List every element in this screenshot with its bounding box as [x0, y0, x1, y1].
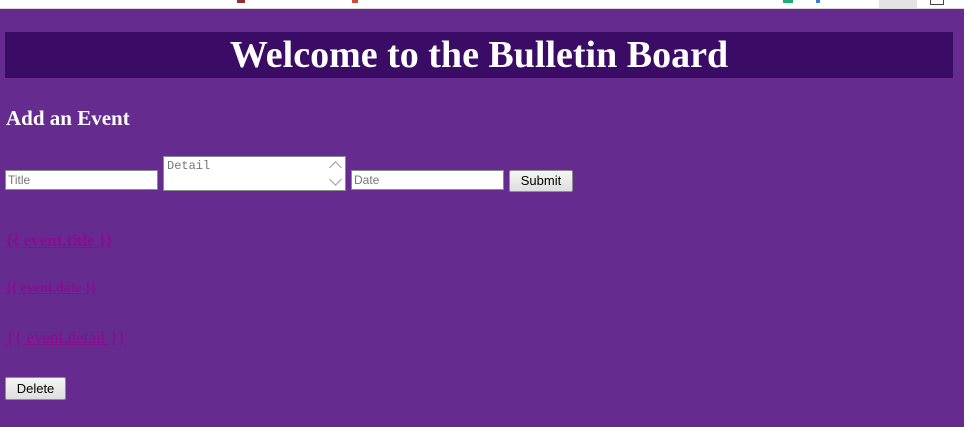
bookmark-icon[interactable] [237, 0, 245, 3]
browser-chrome-strip [0, 0, 964, 9]
detail-scrollbar[interactable] [329, 158, 343, 189]
chevron-down-icon[interactable] [329, 173, 342, 186]
event-title-link[interactable]: {{ event.title }} [6, 231, 113, 251]
window-control-icon[interactable] [930, 0, 944, 5]
extension-icon[interactable] [816, 0, 820, 3]
page-title: Welcome to the Bulletin Board [229, 34, 729, 76]
delete-button[interactable]: Delete [5, 377, 66, 400]
browser-tab[interactable] [879, 0, 917, 8]
submit-button[interactable]: Submit [509, 170, 573, 192]
add-event-heading: Add an Event [6, 106, 130, 130]
extension-icon[interactable] [352, 0, 358, 3]
date-input[interactable] [351, 170, 504, 190]
title-input[interactable] [5, 170, 158, 190]
chevron-up-icon[interactable] [329, 161, 342, 174]
event-date-link[interactable]: {{ event.date }} [6, 281, 96, 297]
header-banner: Welcome to the Bulletin Board [5, 32, 953, 78]
extension-icon[interactable] [783, 0, 793, 3]
event-detail-link[interactable]: {{ event.detail }} [6, 328, 126, 348]
detail-textarea[interactable] [163, 156, 346, 191]
